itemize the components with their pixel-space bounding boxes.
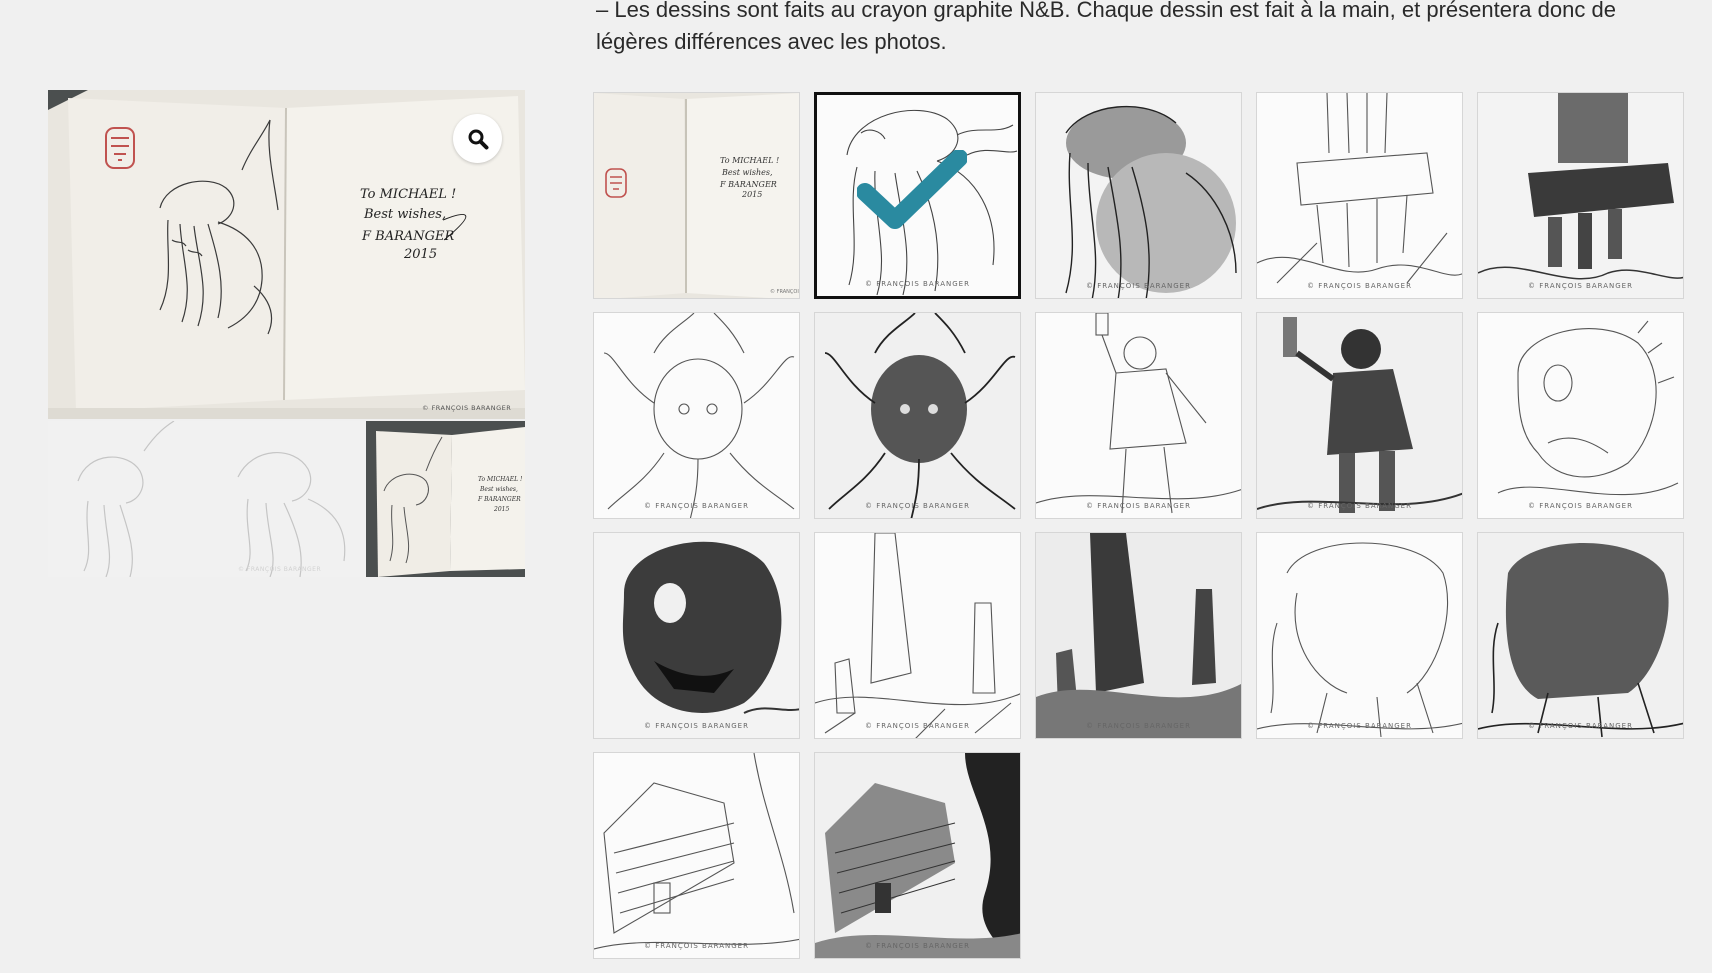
zoom-button[interactable]: [453, 114, 502, 163]
thumbnail-credit: © FRANÇOIS BARANGER: [1528, 282, 1633, 290]
magnifier-icon: [468, 129, 488, 149]
thumbnail-credit: © FRANÇOIS BARANGER: [1307, 502, 1412, 510]
thumbnail[interactable]: © FRANÇOIS BARANGER: [1477, 92, 1684, 299]
thumbnail-credit: © FRANÇOIS BARANGER: [1528, 722, 1633, 730]
dedication-line-1: To MICHAEL !: [360, 187, 456, 202]
main-image-credit: © FRANÇOIS BARANGER: [422, 404, 511, 412]
strip-thumbnail-active[interactable]: To MICHAEL ! Best wishes, F BARANGER 201…: [366, 421, 525, 577]
thumbnail-grid: To MICHAEL ! Best wishes, F BARANGER 201…: [593, 92, 1685, 959]
svg-text:2015: 2015: [741, 190, 762, 199]
svg-text:Best wishes,: Best wishes,: [479, 486, 518, 493]
product-page: – Les dessins sont faits au crayon graph…: [0, 0, 1712, 973]
strip-thumbnail[interactable]: © FRANÇOIS BARANGER: [208, 421, 366, 577]
description-text: – Les dessins sont faits au crayon graph…: [596, 0, 1616, 54]
thumbnail-credit: © FRANÇOIS BARANGER: [1086, 282, 1191, 290]
thumbnail[interactable]: © FRANÇOIS BARANGER: [1477, 532, 1684, 739]
thumbnail[interactable]: © FRANÇOIS BARANGER: [1256, 532, 1463, 739]
svg-text:© FRANÇOIS B: © FRANÇOIS B: [770, 288, 800, 295]
thumbnail[interactable]: © FRANÇOIS BARANGER: [1256, 92, 1463, 299]
svg-text:Best wishes,: Best wishes,: [721, 168, 773, 177]
thumbnail[interactable]: To MICHAEL ! Best wishes, F BARANGER 201…: [593, 92, 800, 299]
thumbnail-credit: © FRANÇOIS BARANGER: [865, 722, 970, 730]
thumbnail-credit: © FRANÇOIS BARANGER: [1307, 722, 1412, 730]
svg-text:2015: 2015: [493, 506, 509, 513]
thumbnail-credit: © FRANÇOIS BARANGER: [1086, 502, 1191, 510]
thumbnail-credit: © FRANÇOIS BARANGER: [1307, 282, 1412, 290]
svg-text:F BARANGER: F BARANGER: [719, 180, 777, 189]
thumbnail[interactable]: © FRANÇOIS BARANGER: [1256, 312, 1463, 519]
thumbnail-credit: © FRANÇOIS BARANGER: [865, 502, 970, 510]
thumbnail[interactable]: © FRANÇOIS BARANGER: [1035, 312, 1242, 519]
thumbnail[interactable]: © FRANÇOIS BARANGER: [814, 752, 1021, 959]
thumbnail-credit: © FRANÇOIS BARANGER: [865, 280, 970, 288]
strip-thumbnail[interactable]: [48, 421, 208, 577]
gallery-thumbnail-strip: © FRANÇOIS BARANGER To MICHAEL ! Best wi…: [48, 421, 525, 577]
thumbnail[interactable]: © FRANÇOIS BARANGER: [593, 532, 800, 739]
thumbnail[interactable]: © FRANÇOIS BARANGER: [1477, 312, 1684, 519]
dedication-line-4: 2015: [403, 247, 437, 262]
thumbnail[interactable]: © FRANÇOIS BARANGER: [593, 312, 800, 519]
thumbnail[interactable]: © FRANÇOIS BARANGER: [593, 752, 800, 959]
thumbnail-credit: © FRANÇOIS BARANGER: [644, 942, 749, 950]
thumbnail[interactable]: © FRANÇOIS BARANGER: [814, 532, 1021, 739]
svg-text:F BARANGER: F BARANGER: [477, 496, 521, 503]
svg-text:To MICHAEL !: To MICHAEL !: [478, 476, 523, 483]
thumbnail-credit: © FRANÇOIS BARANGER: [1528, 502, 1633, 510]
strip-credit: © FRANÇOIS BARANGER: [238, 566, 321, 573]
thumbnail-credit: © FRANÇOIS BARANGER: [865, 942, 970, 950]
checkmark-icon: [857, 150, 967, 229]
thumbnail-credit: © FRANÇOIS BARANGER: [644, 722, 749, 730]
dedication-line-2: Best wishes,: [363, 207, 446, 222]
thumbnail-credit: © FRANÇOIS BARANGER: [644, 502, 749, 510]
thumbnail-selected[interactable]: © FRANÇOIS BARANGER: [814, 92, 1021, 299]
product-description: – Les dessins sont faits au crayon graph…: [596, 0, 1686, 58]
thumbnail-credit: © FRANÇOIS BARANGER: [1086, 722, 1191, 730]
svg-text:To MICHAEL !: To MICHAEL !: [720, 156, 779, 165]
thumbnail[interactable]: © FRANÇOIS BARANGER: [1035, 532, 1242, 739]
thumbnail[interactable]: © FRANÇOIS BARANGER: [814, 312, 1021, 519]
thumbnail[interactable]: © FRANÇOIS BARANGER: [1035, 92, 1242, 299]
dedication-line-3: F BARANGER: [361, 229, 455, 244]
